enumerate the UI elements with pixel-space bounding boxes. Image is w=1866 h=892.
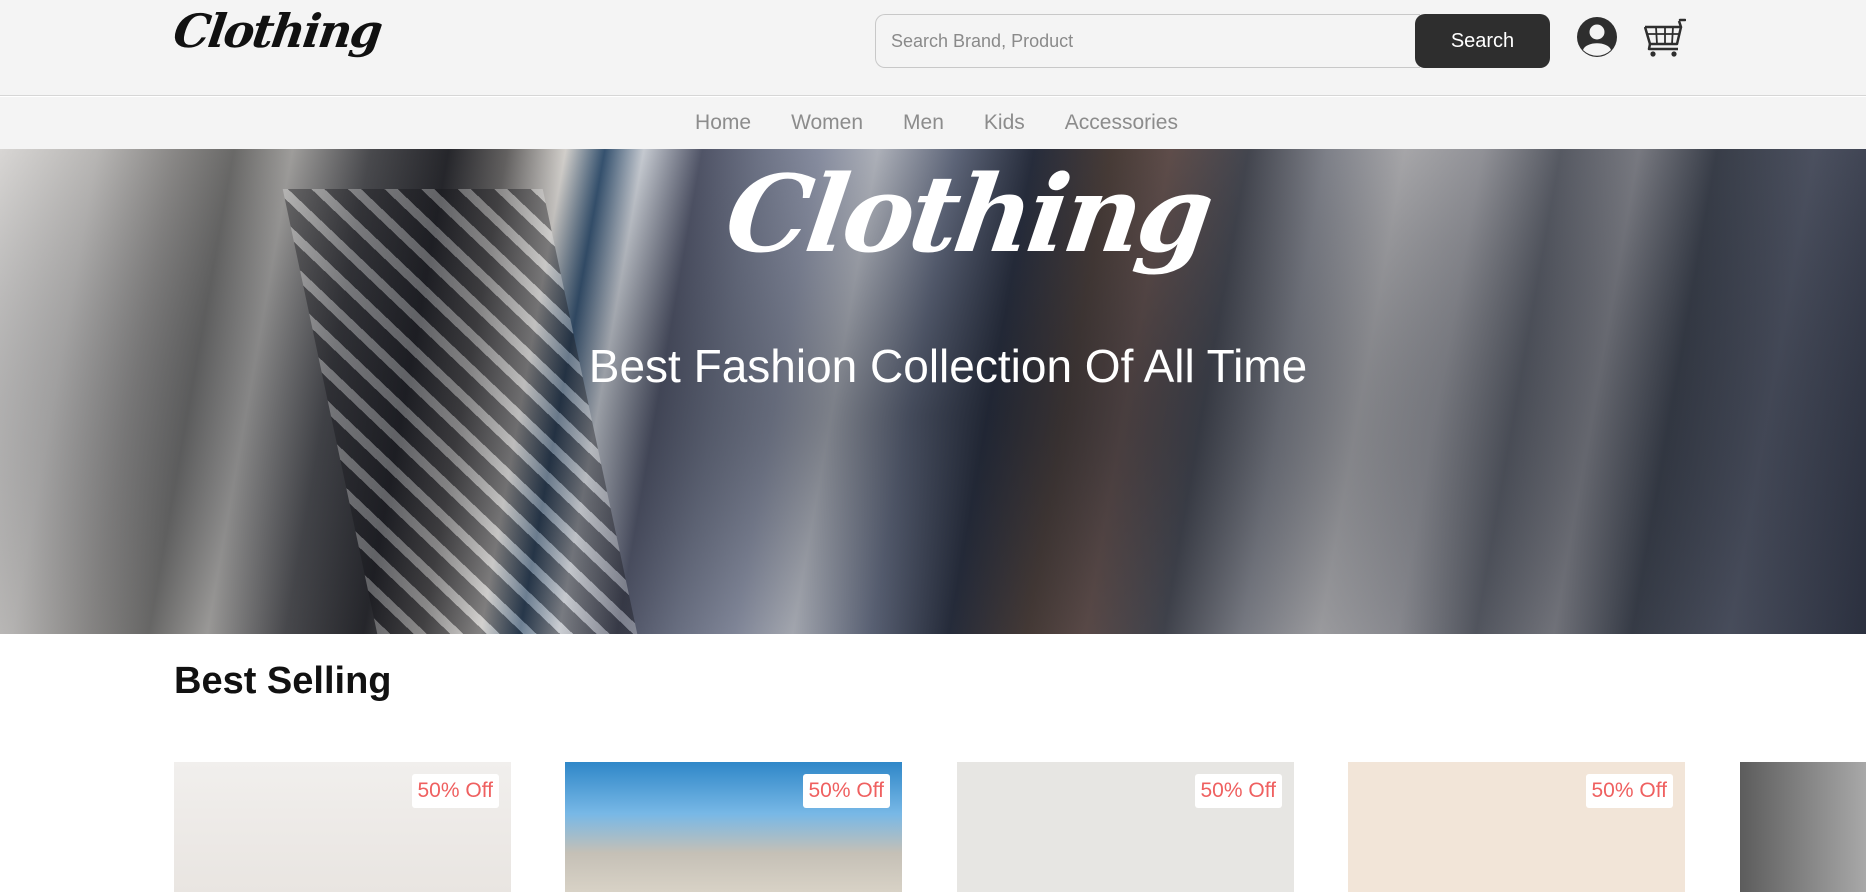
- discount-badge: 50% Off: [1585, 774, 1673, 808]
- nav-item-home[interactable]: Home: [695, 111, 751, 135]
- nav-item-accessories[interactable]: Accessories: [1065, 111, 1178, 135]
- hero-logo: Clothing: [718, 151, 1218, 276]
- nav-item-women[interactable]: Women: [791, 111, 863, 135]
- discount-badge: 50% Off: [802, 774, 890, 808]
- product-card[interactable]: 50% Off: [565, 762, 902, 892]
- search-button[interactable]: Search: [1415, 14, 1550, 68]
- hero-banner: Clothing Best Fashion Collection Of All …: [0, 149, 1866, 634]
- product-card[interactable]: 50% Off: [957, 762, 1294, 892]
- nav-item-men[interactable]: Men: [903, 111, 944, 135]
- product-carousel: 50% Off 50% Off 50% Off 50% Off: [174, 762, 1866, 892]
- product-card[interactable]: 50% Off: [1348, 762, 1685, 892]
- nav-item-kids[interactable]: Kids: [984, 111, 1025, 135]
- hero-tagline: Best Fashion Collection Of All Time: [588, 340, 1308, 392]
- search-input[interactable]: [875, 14, 1420, 68]
- best-selling-title: Best Selling: [174, 660, 392, 702]
- cart-icon[interactable]: [1643, 18, 1687, 58]
- search-bar: Search: [875, 14, 1550, 68]
- main-nav: Home Women Men Kids Accessories: [0, 97, 1866, 149]
- discount-badge: 50% Off: [1194, 774, 1282, 808]
- user-icon[interactable]: [1576, 16, 1618, 58]
- product-card[interactable]: 50% Off: [174, 762, 511, 892]
- product-card[interactable]: [1740, 762, 1866, 892]
- product-image[interactable]: [1740, 762, 1866, 892]
- site-header: Clothing Search: [0, 0, 1866, 96]
- discount-badge: 50% Off: [411, 774, 499, 808]
- site-logo[interactable]: Clothing: [170, 4, 384, 58]
- nav-list: Home Women Men Kids Accessories: [0, 97, 1866, 149]
